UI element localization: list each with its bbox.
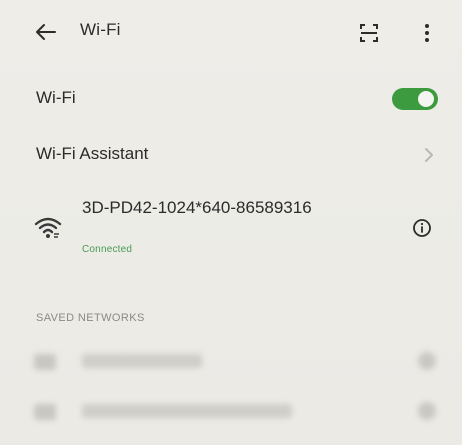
- app-bar: Wi-Fi: [0, 0, 462, 62]
- saved-networks-header: SAVED NETWORKS: [36, 312, 145, 324]
- scan-button[interactable]: [356, 20, 382, 46]
- wifi-toggle-label: Wi-Fi: [36, 88, 76, 107]
- saved-network-name-redacted: [82, 404, 292, 418]
- back-button[interactable]: [30, 18, 60, 46]
- saved-network-row[interactable]: [0, 392, 462, 432]
- info-icon[interactable]: [412, 218, 432, 238]
- gear-icon[interactable]: [418, 402, 436, 420]
- chevron-right-icon: [422, 146, 436, 164]
- qr-scan-icon: [359, 23, 379, 43]
- wifi-signal-icon: [34, 404, 56, 420]
- wifi-signal-icon: [34, 354, 56, 370]
- more-options-button[interactable]: [414, 20, 440, 46]
- wifi-assistant-label: Wi-Fi Assistant: [36, 144, 149, 163]
- page-title: Wi-Fi: [80, 20, 121, 39]
- wifi-toggle-row[interactable]: Wi-Fi: [0, 78, 462, 118]
- switch-knob: [418, 91, 434, 107]
- network-status: Connected: [82, 244, 133, 255]
- wifi-settings-screen: Wi-Fi Wi-Fi Wi-Fi Assistant 3D-PD42-1024…: [0, 0, 462, 445]
- more-vertical-icon: [424, 23, 430, 43]
- wifi-signal-icon: [34, 216, 62, 240]
- wifi-assistant-row[interactable]: Wi-Fi Assistant: [0, 136, 462, 174]
- saved-network-row[interactable]: [0, 342, 462, 382]
- gear-icon[interactable]: [418, 352, 436, 370]
- saved-network-name-redacted: [82, 354, 202, 368]
- arrow-left-icon: [33, 22, 57, 42]
- connected-network-row[interactable]: 3D-PD42-1024*640-86589316 Connected: [0, 188, 462, 268]
- wifi-switch[interactable]: [392, 88, 438, 110]
- network-name: 3D-PD42-1024*640-86589316: [82, 198, 312, 217]
